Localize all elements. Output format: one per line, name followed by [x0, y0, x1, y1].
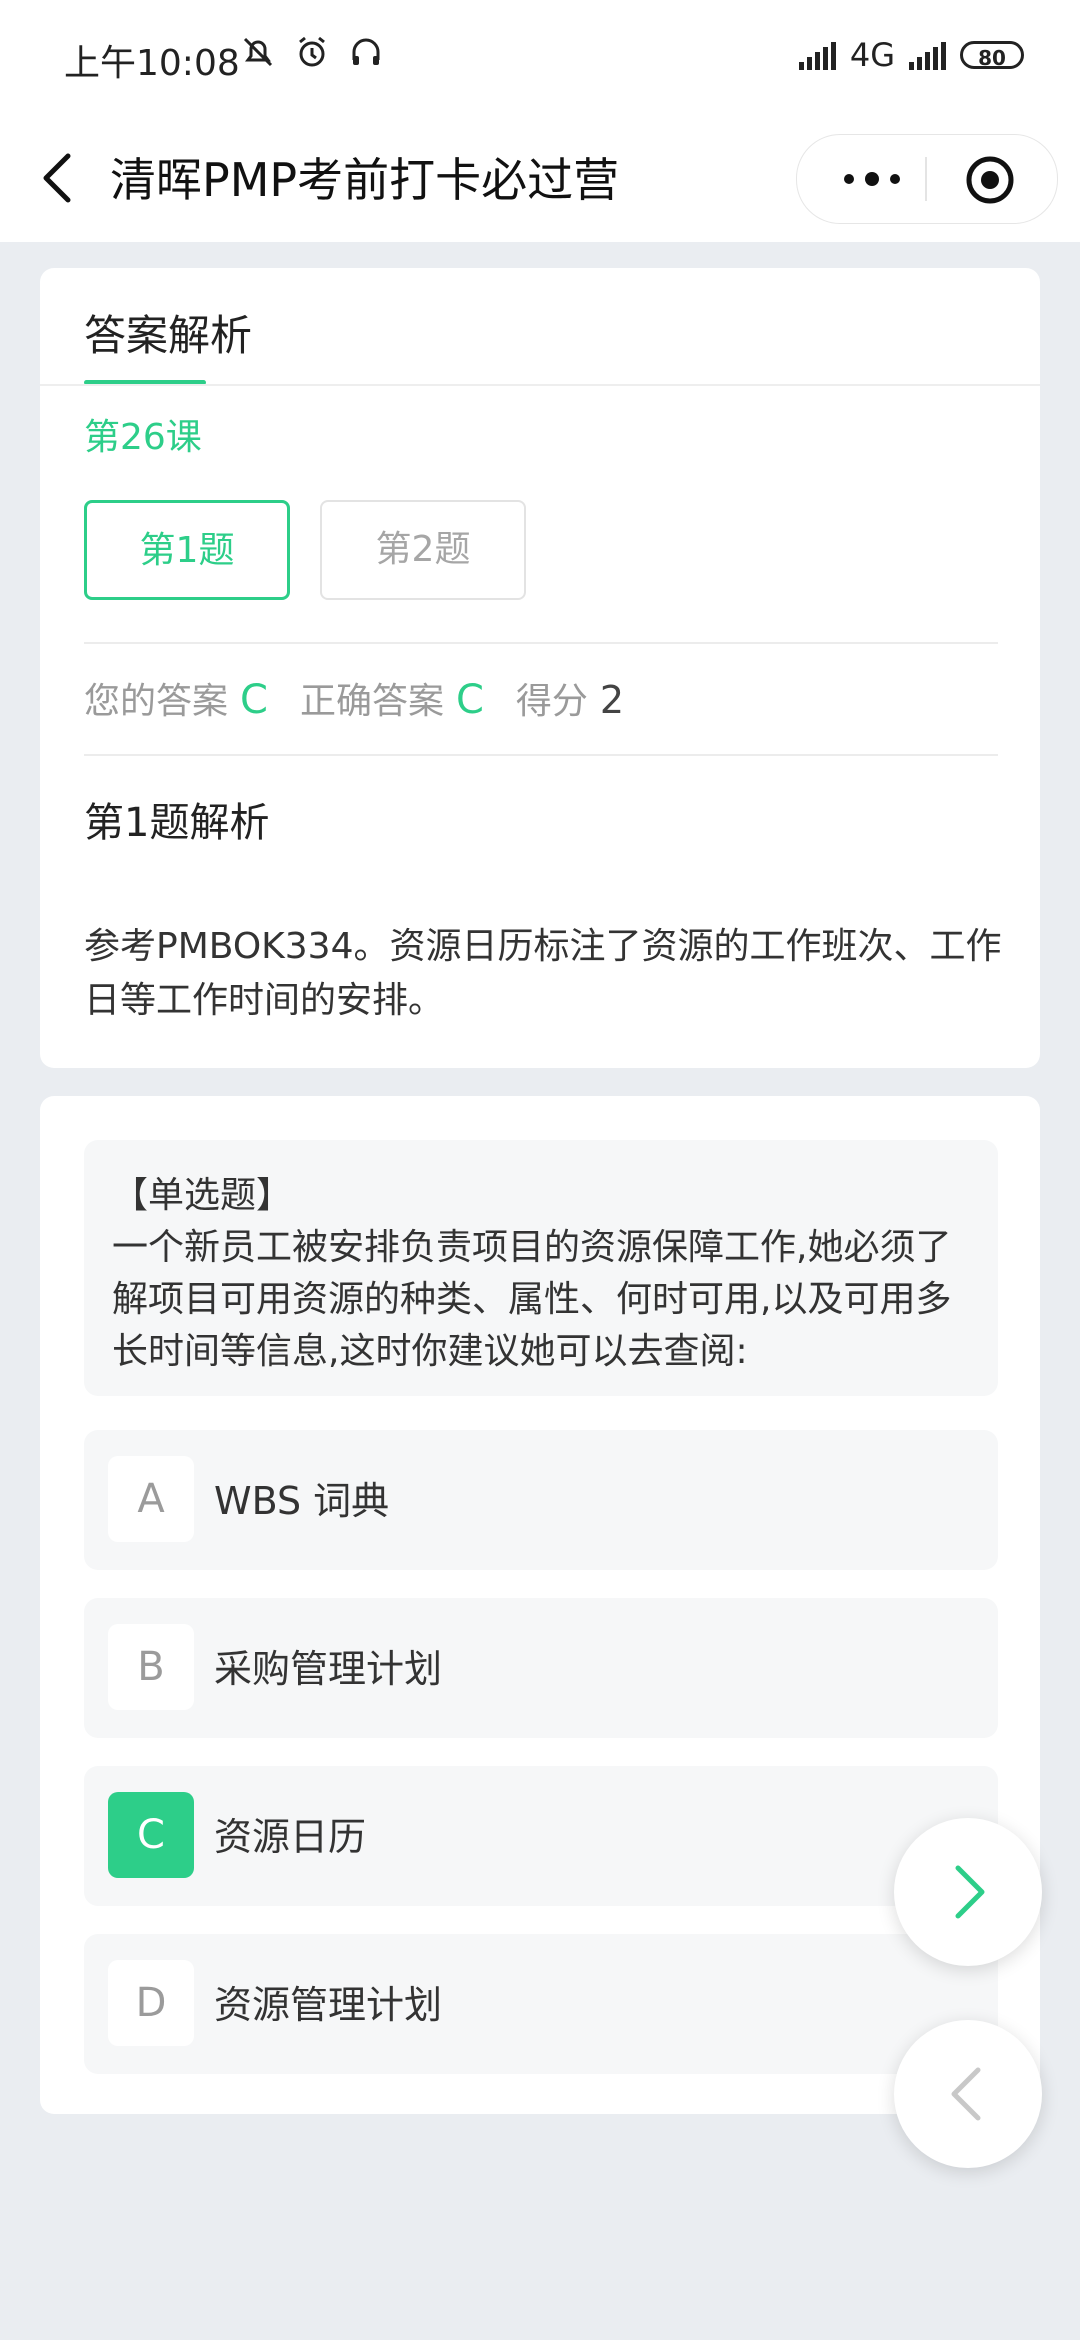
question-box: 【单选题】 一个新员工被安排负责项目的资源保障工作,她必须了解项目可用资源的种类…	[84, 1140, 998, 1396]
more-dots-icon[interactable]	[837, 161, 907, 197]
question-tab-1[interactable]: 第1题	[84, 500, 290, 600]
chevron-left-icon	[951, 2067, 981, 2121]
network-type: 4G	[849, 36, 895, 74]
divider	[84, 642, 998, 644]
divider	[84, 754, 998, 756]
option-letter: C	[108, 1792, 194, 1878]
headset-icon	[352, 38, 380, 65]
option-b[interactable]: B 采购管理计划	[84, 1598, 998, 1738]
score-label: 得分	[515, 681, 588, 722]
signal-icon	[798, 40, 836, 70]
signal-icon-2	[909, 40, 946, 70]
option-d[interactable]: D 资源管理计划	[84, 1934, 998, 2074]
option-letter: A	[108, 1456, 194, 1542]
navigation-bar: 清晖PMP考前打卡必过营	[0, 116, 1080, 242]
question-card: 【单选题】 一个新员工被安排负责项目的资源保障工作,她必须了解项目可用资源的种类…	[40, 1096, 1040, 2114]
question-text: 一个新员工被安排负责项目的资源保障工作,她必须了解项目可用资源的种类、属性、何时…	[112, 1227, 952, 1372]
tab-answer-analysis[interactable]: 答案解析	[84, 302, 252, 363]
status-bar: 上午10:08 4G 80	[0, 0, 1080, 116]
next-question-button[interactable]	[894, 1818, 1042, 1966]
correct-answer-label: 正确答案	[299, 681, 444, 722]
correct-answer-value: C	[455, 677, 484, 723]
capsule-divider	[925, 157, 927, 201]
option-text: 资源管理计划	[214, 1983, 443, 2027]
analysis-text: 参考PMBOK334。资源日历标注了资源的工作班次、工作日等工作时间的安排。	[84, 926, 1002, 1021]
option-a[interactable]: A WBS 词典	[84, 1430, 998, 1570]
mute-bell-icon	[243, 37, 273, 67]
page-title: 清晖PMP考前打卡必过营	[110, 153, 620, 207]
option-text: WBS 词典	[214, 1479, 390, 1523]
answer-summary: 您的答案 C 正确答案 C 得分 2	[84, 672, 624, 724]
answer-analysis-card: 答案解析 第26课 第1题 第2题 您的答案 C 正确答案 C 得分 2 第1题…	[40, 268, 1040, 1068]
back-arrow-icon[interactable]	[38, 150, 78, 206]
your-answer-label: 您的答案	[84, 681, 229, 722]
status-time: 上午10:08	[64, 43, 240, 84]
option-c[interactable]: C 资源日历	[84, 1766, 998, 1906]
close-miniprogram-icon[interactable]	[965, 155, 1015, 205]
option-letter: D	[108, 1960, 194, 2046]
alarm-icon	[299, 36, 325, 67]
option-text: 资源日历	[214, 1815, 367, 1859]
chevron-right-icon	[955, 1865, 985, 1919]
question-type: 【单选题】	[112, 1175, 293, 1216]
status-right: 4G 80	[798, 36, 1024, 74]
miniprogram-capsule	[796, 134, 1058, 224]
option-text: 采购管理计划	[214, 1647, 443, 1691]
status-left-icons	[240, 34, 384, 70]
analysis-title: 第1题解析	[84, 800, 270, 846]
battery-icon: 80	[960, 41, 1024, 70]
your-answer-value: C	[240, 677, 268, 723]
lesson-label: 第26课	[84, 417, 202, 458]
score-value: 2	[599, 678, 625, 722]
previous-question-button[interactable]	[894, 2020, 1042, 2168]
option-letter: B	[108, 1624, 194, 1710]
tab-divider	[40, 384, 1040, 386]
question-tab-2[interactable]: 第2题	[320, 500, 526, 600]
